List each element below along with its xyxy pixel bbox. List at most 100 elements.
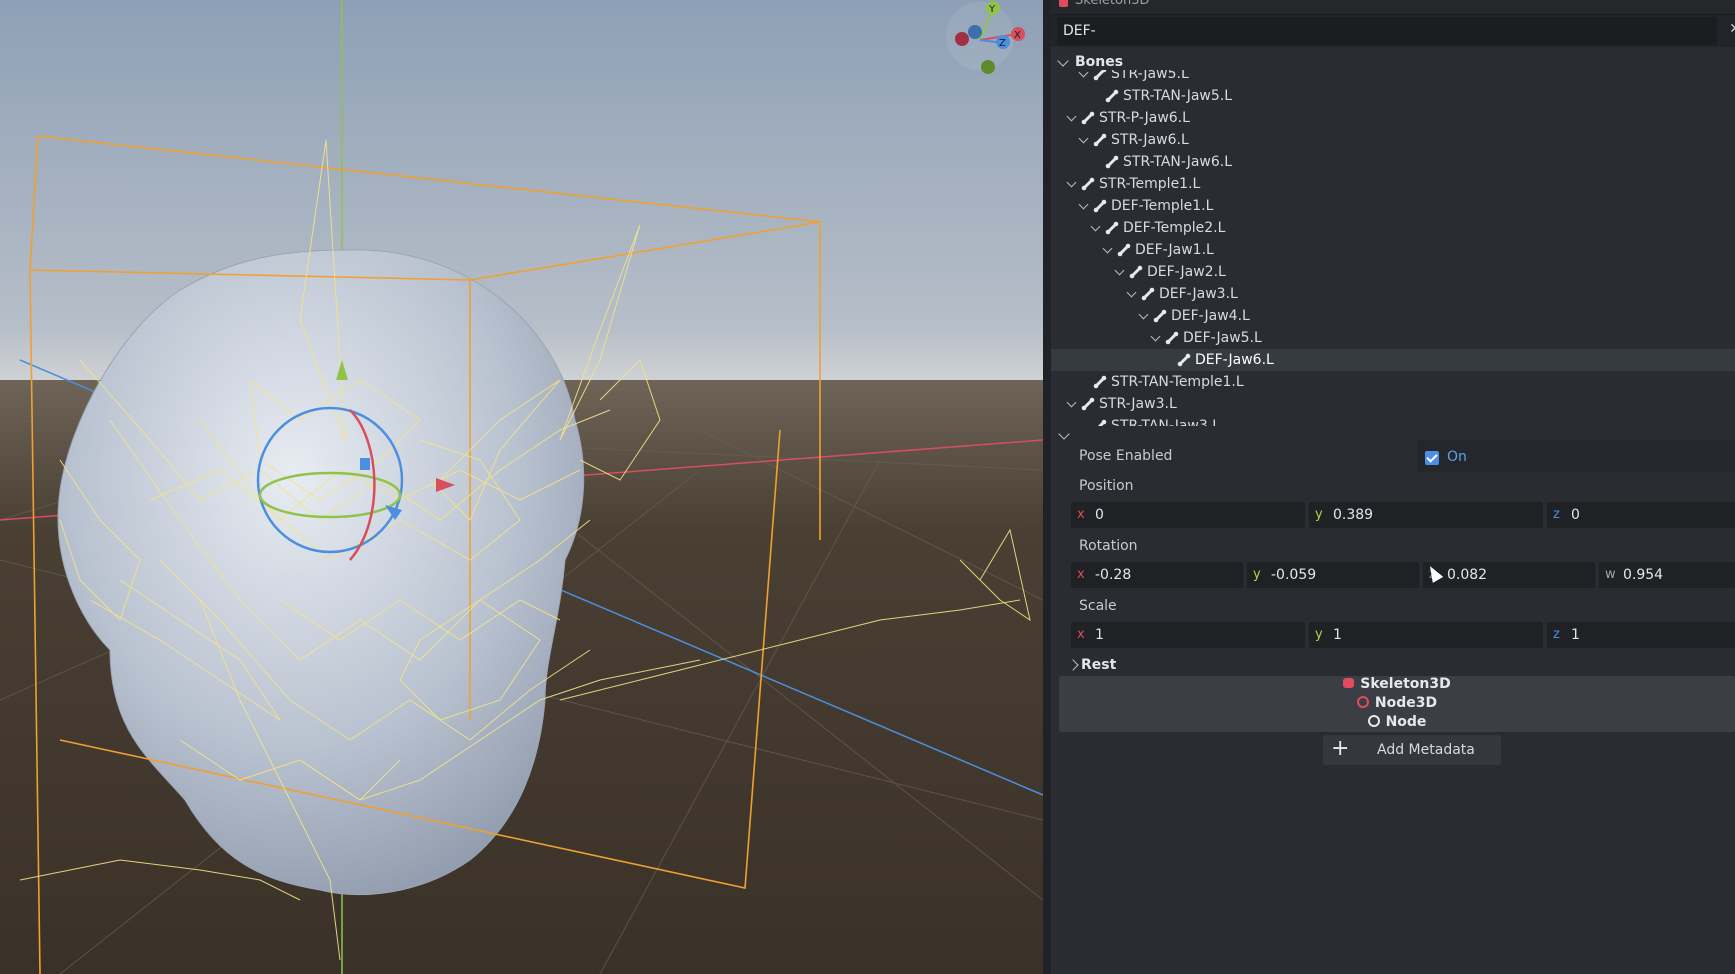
bone-tree-item-label: STR-TAN-Jaw6.L bbox=[1123, 154, 1233, 170]
position-x-field[interactable]: x 0 bbox=[1071, 502, 1305, 528]
gizmo-axis-neg-z[interactable] bbox=[968, 25, 982, 39]
axis-y-label: y bbox=[1253, 567, 1261, 582]
bone-tree-item[interactable]: STR-TAN-Temple1.L bbox=[1051, 371, 1735, 393]
bone-tree-item-label: STR-Temple1.L bbox=[1099, 176, 1201, 192]
axis-x-label: x bbox=[1077, 507, 1085, 522]
bone-icon bbox=[1081, 177, 1095, 191]
inspector-title: Skeleton3D bbox=[1075, 0, 1150, 8]
bone-tree[interactable]: STR-Jaw5.L STR-TAN-Jaw5.L STR-P-Jaw6.L STR-… bbox=[1051, 70, 1735, 426]
scale-x-value[interactable]: 1 bbox=[1095, 622, 1104, 648]
rotation-x-field[interactable]: x -0.28 bbox=[1071, 562, 1243, 588]
add-metadata-label: Add Metadata bbox=[1377, 742, 1475, 758]
rotation-z-value[interactable]: 0.082 bbox=[1447, 562, 1487, 588]
chevron-down-icon bbox=[1057, 55, 1069, 67]
node3d-icon bbox=[1356, 696, 1369, 708]
bone-tree-item-label: STR-P-Jaw6.L bbox=[1099, 110, 1190, 126]
inspector-panel: Skeleton3D DEF- ✕ Bones STR-Jaw5.L STR-TA… bbox=[1051, 0, 1735, 974]
bone-tree-item-label: DEF-Temple2.L bbox=[1123, 220, 1226, 236]
pose-enabled-checkbox[interactable] bbox=[1425, 451, 1439, 465]
bone-icon bbox=[1105, 221, 1119, 235]
bone-tree-item[interactable]: STR-Jaw6.L bbox=[1051, 129, 1735, 151]
rotation-y-field[interactable]: y -0.059 bbox=[1247, 562, 1419, 588]
rotation-x-value[interactable]: -0.28 bbox=[1095, 562, 1131, 588]
position-y-field[interactable]: y 0.389 bbox=[1309, 502, 1543, 528]
rotation-z-field[interactable]: z 0.082 bbox=[1423, 562, 1595, 588]
chevron-down-icon bbox=[1058, 428, 1070, 440]
chevron-down-icon[interactable] bbox=[1066, 177, 1077, 188]
bone-tree-item[interactable]: DEF-Jaw1.L bbox=[1051, 239, 1735, 261]
bone-filter-row: DEF- ✕ bbox=[1051, 15, 1735, 47]
bone-icon bbox=[1141, 287, 1155, 301]
chevron-down-icon[interactable] bbox=[1138, 309, 1149, 320]
rotation-w-value[interactable]: 0.954 bbox=[1623, 562, 1663, 588]
class-skeleton3d[interactable]: Skeleton3D bbox=[1059, 676, 1735, 692]
chevron-down-icon[interactable] bbox=[1078, 133, 1089, 144]
plus-icon: + bbox=[1331, 736, 1350, 761]
chevron-right-icon bbox=[1067, 659, 1079, 671]
bone-tree-item[interactable]: STR-P-Jaw6.L bbox=[1051, 107, 1735, 129]
bone-tree-item-label: DEF-Jaw2.L bbox=[1147, 264, 1226, 280]
pose-enabled-value[interactable]: On bbox=[1447, 449, 1467, 465]
chevron-down-icon[interactable] bbox=[1066, 111, 1077, 122]
chevron-down-icon[interactable] bbox=[1114, 265, 1125, 276]
chevron-down-icon[interactable] bbox=[1078, 70, 1089, 78]
panel-divider[interactable] bbox=[1043, 0, 1051, 974]
bone-tree-item[interactable]: STR-TAN-Jaw5.L bbox=[1051, 85, 1735, 107]
scale-z-value[interactable]: 1 bbox=[1571, 622, 1580, 648]
chevron-down-icon[interactable] bbox=[1090, 221, 1101, 232]
scale-x-field[interactable]: x 1 bbox=[1071, 622, 1305, 648]
bone-tree-item[interactable]: STR-TAN-Jaw3.L bbox=[1051, 415, 1735, 426]
scale-y-field[interactable]: y 1 bbox=[1309, 622, 1543, 648]
bone-icon bbox=[1153, 309, 1167, 323]
gizmo-axis-neg-x[interactable] bbox=[955, 32, 969, 46]
bone-tree-item[interactable]: DEF-Jaw6.L bbox=[1051, 349, 1735, 371]
bone-tree-item-label: STR-TAN-Jaw3.L bbox=[1111, 418, 1221, 426]
skeleton-icon bbox=[1343, 678, 1355, 688]
bone-tree-item[interactable]: DEF-Jaw5.L bbox=[1051, 327, 1735, 349]
pose-enabled-label: Pose Enabled bbox=[1079, 448, 1173, 464]
bone-icon bbox=[1105, 155, 1119, 169]
axis-z-label: z bbox=[1553, 507, 1560, 522]
chevron-down-icon[interactable] bbox=[1078, 199, 1089, 210]
bone-tree-item-label: STR-Jaw3.L bbox=[1099, 396, 1177, 412]
bones-section-label: Bones bbox=[1075, 54, 1124, 70]
bone-tree-item[interactable]: DEF-Jaw4.L bbox=[1051, 305, 1735, 327]
chevron-down-icon[interactable] bbox=[1102, 243, 1113, 254]
gizmo-axis-neg-y[interactable] bbox=[981, 60, 995, 74]
bone-tree-item[interactable]: STR-Jaw5.L bbox=[1051, 70, 1735, 85]
chevron-down-icon[interactable] bbox=[1066, 397, 1077, 408]
class-node[interactable]: Node bbox=[1059, 714, 1735, 730]
position-x-value[interactable]: 0 bbox=[1095, 502, 1104, 528]
position-y-value[interactable]: 0.389 bbox=[1333, 502, 1373, 528]
bone-tree-item-label: DEF-Jaw1.L bbox=[1135, 242, 1214, 258]
bone-icon bbox=[1093, 70, 1107, 81]
rotation-label: Rotation bbox=[1079, 538, 1138, 554]
bone-tree-item[interactable]: DEF-Temple2.L bbox=[1051, 217, 1735, 239]
chevron-down-icon[interactable] bbox=[1150, 331, 1161, 342]
chevron-down-icon[interactable] bbox=[1126, 287, 1137, 298]
bone-tree-item-label: STR-Jaw6.L bbox=[1111, 132, 1189, 148]
position-z-value[interactable]: 0 bbox=[1571, 502, 1580, 528]
add-metadata-button[interactable]: + Add Metadata bbox=[1323, 735, 1501, 765]
bone-tree-item[interactable]: DEF-Jaw2.L bbox=[1051, 261, 1735, 283]
bone-tree-item[interactable]: STR-Jaw3.L bbox=[1051, 393, 1735, 415]
bone-tree-item[interactable]: DEF-Jaw3.L bbox=[1051, 283, 1735, 305]
gizmo-plane-z[interactable] bbox=[360, 458, 370, 470]
bone-tree-item[interactable]: DEF-Temple1.L bbox=[1051, 195, 1735, 217]
position-z-field[interactable]: z 0 bbox=[1547, 502, 1735, 528]
scale-z-field[interactable]: z 1 bbox=[1547, 622, 1735, 648]
bone-tree-item-label: STR-Jaw5.L bbox=[1111, 70, 1189, 82]
rotation-y-value[interactable]: -0.059 bbox=[1271, 562, 1316, 588]
3d-viewport[interactable]: Y X Z bbox=[0, 0, 1043, 974]
gizmo-label-y: Y bbox=[988, 4, 996, 15]
scale-y-value[interactable]: 1 bbox=[1333, 622, 1342, 648]
axis-y-label: y bbox=[1315, 627, 1323, 642]
bone-tree-item[interactable]: STR-TAN-Jaw6.L bbox=[1051, 151, 1735, 173]
class-node3d[interactable]: Node3D bbox=[1059, 695, 1735, 711]
rotation-w-field[interactable]: w 0.954 bbox=[1599, 562, 1735, 588]
bone-filter-input[interactable]: DEF- bbox=[1057, 17, 1717, 45]
bone-tree-item-label: DEF-Jaw3.L bbox=[1159, 286, 1238, 302]
viewport-canvas[interactable]: Y X Z bbox=[0, 0, 1043, 974]
clear-filter-icon[interactable]: ✕ bbox=[1729, 21, 1735, 37]
bone-tree-item[interactable]: STR-Temple1.L bbox=[1051, 173, 1735, 195]
